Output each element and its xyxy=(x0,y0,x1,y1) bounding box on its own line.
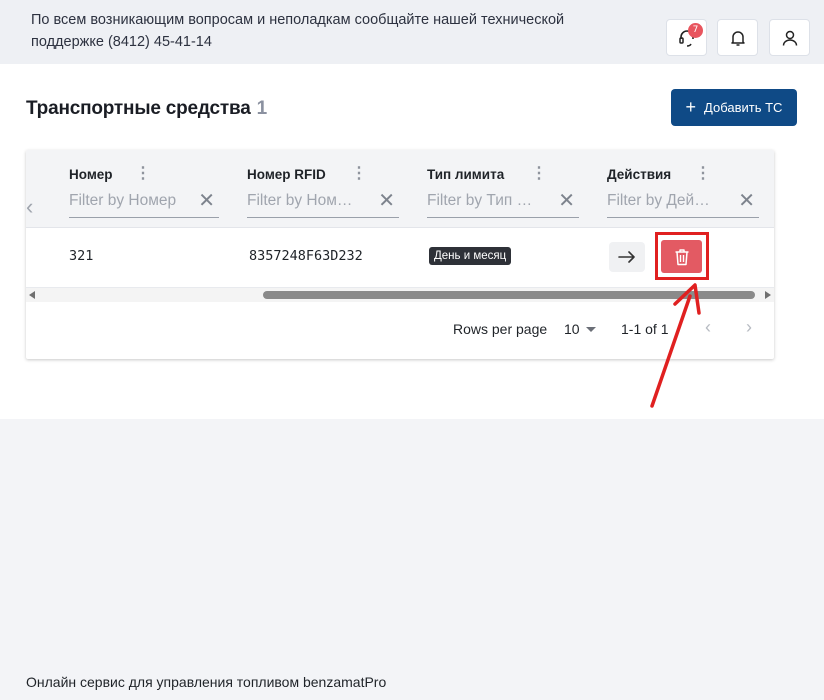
support-button[interactable]: 7 xyxy=(666,19,707,56)
kebab-menu-icon[interactable]: ⋮ xyxy=(695,166,711,182)
support-notice: По всем возникающим вопросам и неполадка… xyxy=(31,12,565,50)
filter-actions-input[interactable]: Filter by Дей… ✕ xyxy=(607,190,759,218)
footer-text: Онлайн сервис для управления топливом be… xyxy=(26,674,387,690)
filter-placeholder: Filter by Ном… xyxy=(247,192,353,209)
clear-filter-icon[interactable]: ✕ xyxy=(378,190,395,212)
clear-filter-icon[interactable]: ✕ xyxy=(198,190,215,212)
column-header-rfid[interactable]: Номер RFID xyxy=(247,167,326,182)
limit-type-chip: День и месяц xyxy=(429,247,512,265)
user-icon xyxy=(782,30,797,46)
add-vehicle-button[interactable]: + Добавить ТС xyxy=(671,89,797,126)
rows-per-page-select[interactable]: 10 xyxy=(564,321,580,337)
kebab-menu-icon[interactable]: ⋮ xyxy=(531,166,547,182)
filter-rfid-input[interactable]: Filter by Ном… ✕ xyxy=(247,190,399,218)
filter-number-input[interactable]: Filter by Номер ✕ xyxy=(69,190,219,218)
bell-icon xyxy=(730,30,745,46)
column-header-actions[interactable]: Действия xyxy=(607,167,671,182)
clear-filter-icon[interactable]: ✕ xyxy=(558,190,575,212)
cell-rfid: 8357248F63D232 xyxy=(249,248,363,264)
notifications-button[interactable] xyxy=(717,19,758,56)
page-range: 1-1 of 1 xyxy=(621,321,669,337)
top-bar: По всем возникающим вопросам и неполадка… xyxy=(0,0,824,64)
rows-per-page-label: Rows per page xyxy=(453,321,548,337)
cell-number: 321 xyxy=(69,248,94,264)
column-number: Номер ⋮ Filter by Номер ✕ xyxy=(69,150,229,228)
scroll-left-arrow-icon[interactable] xyxy=(29,291,35,299)
filter-limit-type-input[interactable]: Filter by Тип … ✕ xyxy=(427,190,579,218)
filter-placeholder: Filter by Номер xyxy=(69,192,177,209)
add-vehicle-label: Добавить ТС xyxy=(704,100,783,115)
page-title-text: Транспортные средства xyxy=(26,98,251,119)
clear-filter-icon[interactable]: ✕ xyxy=(738,190,755,212)
kebab-menu-icon[interactable]: ⋮ xyxy=(135,166,151,182)
page-title: Транспортные средства 1 xyxy=(26,98,267,120)
open-vehicle-button[interactable] xyxy=(609,242,645,272)
scroll-right-arrow-icon[interactable] xyxy=(765,291,771,299)
vehicle-count: 1 xyxy=(256,98,268,119)
arrow-right-icon xyxy=(618,251,635,263)
chevron-left-icon: ‹ xyxy=(26,194,34,219)
kebab-menu-icon[interactable]: ⋮ xyxy=(351,166,367,182)
column-limit-type: Тип лимита ⋮ Filter by Тип … ✕ xyxy=(427,150,587,228)
plus-icon: + xyxy=(685,96,697,117)
column-header-number[interactable]: Номер xyxy=(69,167,113,182)
profile-button[interactable] xyxy=(769,19,810,56)
filter-placeholder: Filter by Тип … xyxy=(427,192,533,209)
pagination: Rows per page 10 1-1 of 1 ‹ › xyxy=(26,315,774,345)
filter-placeholder: Filter by Дей… xyxy=(607,192,710,209)
horizontal-scrollbar[interactable] xyxy=(26,288,774,302)
support-badge: 7 xyxy=(688,23,703,38)
chevron-left-icon[interactable]: ‹ xyxy=(705,317,711,338)
column-rfid: Номер RFID ⋮ Filter by Ном… ✕ xyxy=(247,150,407,228)
chevron-down-icon[interactable] xyxy=(586,327,596,332)
column-header-limit-type[interactable]: Тип лимита xyxy=(427,167,504,182)
grid-header: ‹ Номер ⋮ Filter by Номер ✕ Номер RFID ⋮… xyxy=(26,150,774,228)
scrollbar-thumb[interactable] xyxy=(263,291,755,299)
chevron-right-icon[interactable]: › xyxy=(746,317,752,338)
column-actions: Действия ⋮ Filter by Дей… ✕ xyxy=(607,150,767,228)
annotation-highlight-box xyxy=(655,232,709,280)
